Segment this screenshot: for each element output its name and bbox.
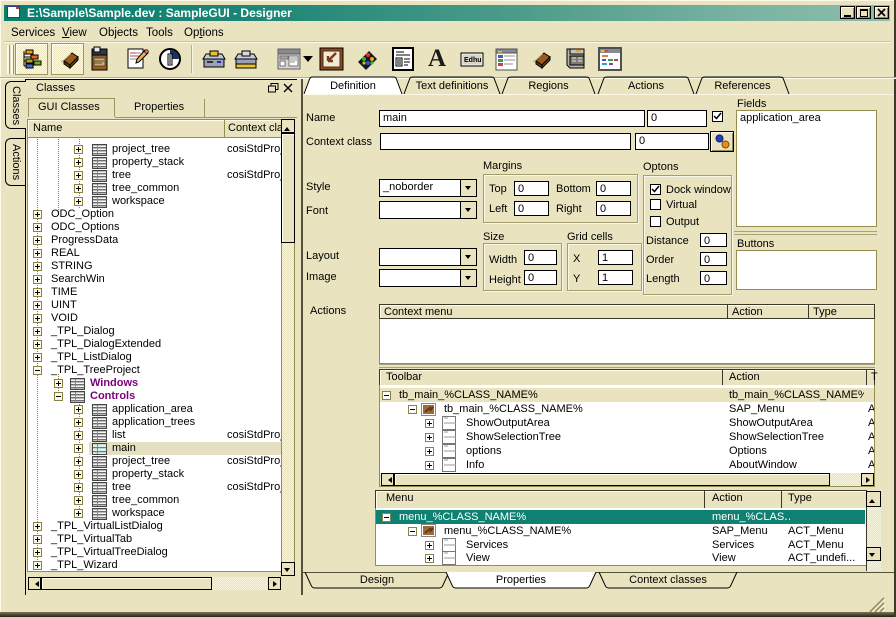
svg-text:Edhu: Edhu [464, 57, 482, 64]
